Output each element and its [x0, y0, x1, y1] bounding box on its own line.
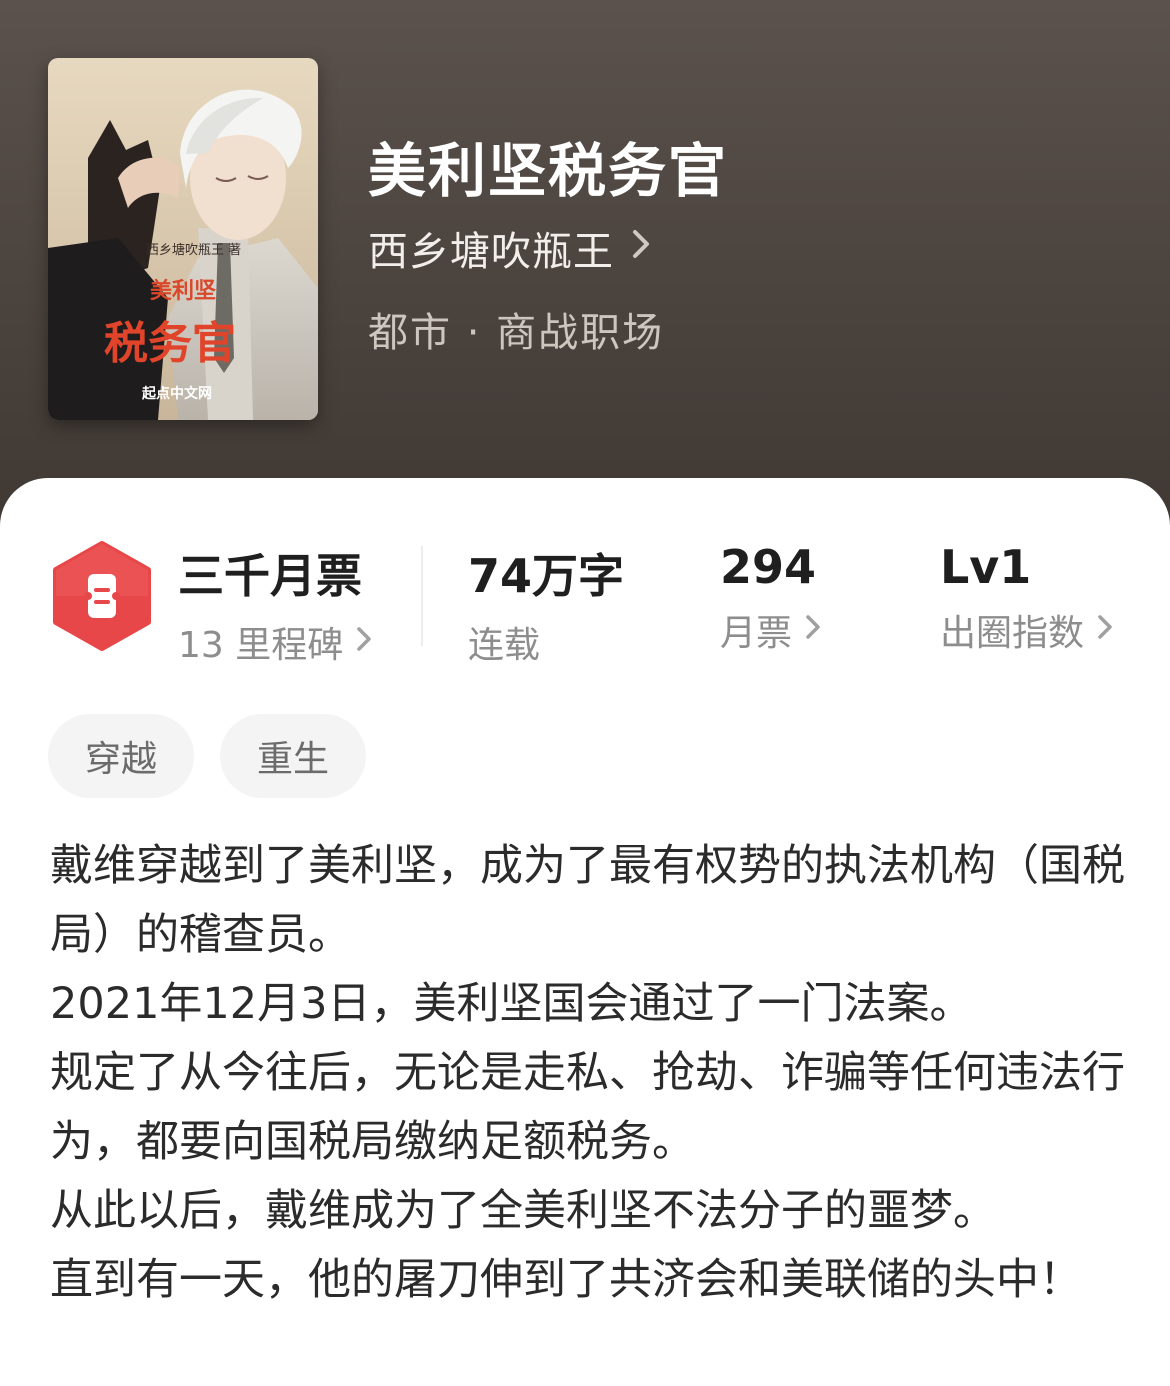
- synopsis-paragraph: 直到有一天，他的屠刀伸到了共济会和美联储的头中！: [50, 1255, 1082, 1305]
- word-count-value: 74万字: [468, 549, 625, 603]
- tag-chip[interactable]: 重生: [220, 714, 366, 798]
- book-detail-page: 西乡塘吹瓶王 著 美利坚 税务官 起点中文网 美利坚税务官 西乡塘吹瓶王 都市 …: [0, 0, 1170, 1386]
- chevron-right-icon: [806, 613, 820, 648]
- cover-illustration: 西乡塘吹瓶王 著 美利坚 税务官 起点中文网: [48, 58, 318, 420]
- synopsis-paragraph: 2021年12月3日，美利坚国会通过了一门法案。: [50, 979, 973, 1029]
- book-synopsis: 戴维穿越到了美利坚，成为了最有权势的执法机构（国税局）的稽查员。 2021年12…: [50, 832, 1130, 1315]
- cover-publisher: 起点中文网: [141, 385, 212, 402]
- monthly-tickets-value: 294: [720, 540, 817, 594]
- synopsis-paragraph: 规定了从今往后，无论是走私、抢劫、诈骗等任何违法行为，都要向国税局缴纳足额税务。: [50, 1048, 1125, 1167]
- stats-divider: [421, 546, 423, 646]
- monthly-tickets-label-row: 月票: [720, 604, 820, 656]
- serial-status-label: 连载: [468, 625, 541, 666]
- milestone-label: 13 里程碑: [178, 625, 344, 666]
- popularity-index-value: Lv1: [940, 540, 1032, 594]
- stat-popularity-index[interactable]: Lv1 出圈指数: [940, 540, 1112, 656]
- stat-milestone[interactable]: 三千月票 13 里程碑: [178, 540, 372, 668]
- author-link[interactable]: 西乡塘吹瓶王: [368, 220, 650, 276]
- book-title: 美利坚税务官: [368, 137, 729, 205]
- word-count-label-row: 连载: [468, 616, 624, 668]
- monthly-tickets-label: 月票: [720, 613, 793, 654]
- stat-word-count: 74万字 连载: [468, 540, 624, 668]
- chevron-right-icon: [1098, 613, 1112, 648]
- synopsis-paragraph: 从此以后，戴维成为了全美利坚不法分子的噩梦。: [50, 1186, 996, 1236]
- author-name: 西乡塘吹瓶王: [368, 229, 614, 275]
- chevron-right-icon: [632, 229, 650, 267]
- milestone-label-row: 13 里程碑: [178, 616, 372, 668]
- popularity-index-label: 出圈指数: [940, 613, 1085, 654]
- book-header: 西乡塘吹瓶王 著 美利坚 税务官 起点中文网 美利坚税务官 西乡塘吹瓶王 都市 …: [0, 0, 1170, 560]
- tag-chip[interactable]: 穿越: [48, 714, 194, 798]
- chevron-right-icon: [357, 625, 372, 660]
- book-cover[interactable]: 西乡塘吹瓶王 著 美利坚 税务官 起点中文网: [48, 58, 318, 420]
- ticket-icon[interactable]: [50, 540, 154, 652]
- synopsis-paragraph: 戴维穿越到了美利坚，成为了最有权势的执法机构（国税局）的稽查员。: [50, 841, 1125, 960]
- popularity-index-label-row: 出圈指数: [940, 604, 1112, 656]
- book-genre[interactable]: 都市 · 商战职场: [368, 300, 664, 358]
- cover-title-line1: 美利坚: [150, 278, 216, 304]
- milestone-value: 三千月票: [178, 549, 362, 603]
- cover-title-line2: 税务官: [104, 318, 236, 369]
- stat-monthly-tickets[interactable]: 294 月票: [720, 540, 820, 656]
- cover-author-text: 西乡塘吹瓶王 著: [146, 242, 241, 258]
